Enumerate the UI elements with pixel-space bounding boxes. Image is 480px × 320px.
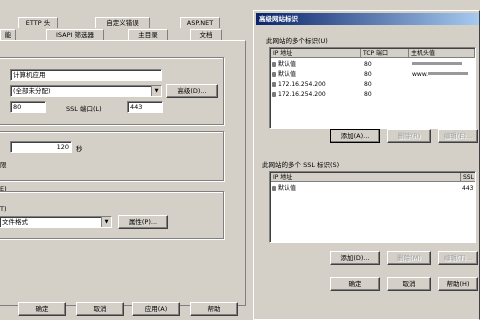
row-ssl-port: 443 [462, 185, 474, 192]
remove-ssl-button[interactable]: 删除(M) [387, 251, 431, 265]
row-port: 80 [364, 71, 372, 78]
ssl-column-port[interactable]: SSL [461, 173, 475, 182]
site-icon [272, 72, 276, 77]
log-format-select[interactable]: 文件格式 ▼ [0, 216, 112, 228]
dialog-help-button[interactable]: 帮助(H) [438, 277, 478, 291]
tcp-port-field[interactable]: 80 [10, 101, 46, 113]
row-ip: 默认值 [278, 185, 297, 192]
ssl-identities-label: 此网站的多个 SSL 标识(S) [262, 161, 340, 169]
row-ip: 172.16.254.200 [278, 91, 326, 98]
add-ssl-button[interactable]: 添加(D)... [330, 251, 380, 265]
add-identity-button[interactable]: 添加(A)... [330, 129, 380, 143]
ip-address-value: (全部未分配) [13, 87, 51, 95]
table-row[interactable]: 默认值 80 [272, 60, 472, 69]
table-row[interactable]: 172.16.254.200 80 [272, 80, 472, 89]
row-ip: 默认值 [278, 71, 297, 78]
row-port: 80 [364, 61, 372, 68]
column-host-header[interactable]: 主机头值 [409, 49, 475, 58]
ip-address-select[interactable]: (全部未分配) ▼ [10, 85, 162, 97]
tab-performance[interactable]: 能 [0, 29, 16, 40]
table-row[interactable]: 默认值 80 www. [272, 70, 472, 79]
description-field[interactable]: 计算机应用 [10, 69, 162, 81]
advanced-button[interactable]: 高级(D)... [166, 84, 218, 98]
row-host [412, 60, 462, 69]
table-row[interactable]: 172.16.254.200 80 [272, 90, 472, 99]
tab-aspnet[interactable]: ASP.NET [180, 17, 220, 28]
row-ip: 默认值 [278, 61, 297, 68]
tab-isapi-filters[interactable]: ISAPI 筛选器 [46, 29, 104, 40]
column-tcp-port[interactable]: TCP 端口 [361, 49, 409, 58]
chevron-down-icon: ▼ [101, 217, 111, 227]
tab-row-top: ETTP 头 自定义错误 ASP.NET [0, 17, 250, 29]
apply-button[interactable]: 应用(A) [132, 302, 180, 316]
site-icon [272, 62, 276, 67]
help-button[interactable]: 帮助 [190, 302, 238, 316]
column-ip[interactable]: IP 地址 [271, 49, 361, 58]
ssl-port-field[interactable]: 443 [127, 101, 163, 113]
identities-list[interactable]: IP 地址 TCP 端口 主机头值 默认值 80 默认值 80 www. 172… [269, 47, 476, 129]
ssl-column-ip[interactable]: IP 地址 [271, 173, 461, 182]
remove-identity-button[interactable]: 删除(R) [387, 129, 431, 143]
timeout-field[interactable]: 120 [10, 141, 72, 153]
dialog-ok-button[interactable]: 确定 [330, 277, 380, 291]
site-icon [272, 82, 276, 87]
log-format-label: T) [0, 205, 7, 213]
table-row[interactable]: 默认值 443 [272, 184, 475, 193]
dialog-title: 高级网站标识 [256, 13, 479, 25]
log-format-value: 文件格式 [2, 218, 28, 226]
row-host: www. [412, 70, 469, 79]
row-port: 80 [364, 91, 372, 98]
ok-button[interactable]: 确定 [18, 302, 66, 316]
site-icon [272, 186, 276, 191]
chevron-down-icon: ▼ [151, 86, 161, 96]
tab-http-headers[interactable]: ETTP 头 [18, 17, 58, 28]
identities-label: 此网站的多个标识(U) [266, 37, 328, 45]
tab-documents[interactable]: 文档 [190, 29, 222, 40]
site-properties-window: ETTP 头 自定义错误 ASP.NET 能 ISAPI 筛选器 主目录 文档 … [0, 0, 250, 320]
connections-group [0, 131, 224, 181]
edit-ssl-button[interactable]: 编辑(T)... [438, 251, 478, 265]
advanced-identification-dialog: 高级网站标识 此网站的多个标识(U) IP 地址 TCP 端口 主机头值 默认值… [253, 10, 480, 320]
row-port: 80 [364, 81, 372, 88]
cancel-button[interactable]: 取消 [76, 302, 124, 316]
tab-home-directory[interactable]: 主目录 [128, 29, 168, 40]
edit-identity-button[interactable]: 编辑(E)... [438, 129, 478, 143]
tab-custom-errors[interactable]: 自定义错误 [95, 17, 150, 28]
timeout-unit: 秒 [76, 145, 83, 153]
dialog-cancel-button[interactable]: 取消 [387, 277, 431, 291]
website-tab-panel: 计算机应用 (全部未分配) ▼ 高级(D)... 80 SSL 端口(L) 44… [0, 40, 246, 306]
logging-group [0, 191, 224, 239]
site-icon [272, 92, 276, 97]
log-properties-button[interactable]: 属性(P)... [118, 215, 168, 229]
timeout-label: 限 [0, 161, 7, 169]
ssl-identities-list[interactable]: IP 地址 SSL 默认值 443 [269, 171, 476, 243]
ssl-port-label: SSL 端口(L) [66, 105, 102, 113]
row-ip: 172.16.254.200 [278, 81, 326, 88]
